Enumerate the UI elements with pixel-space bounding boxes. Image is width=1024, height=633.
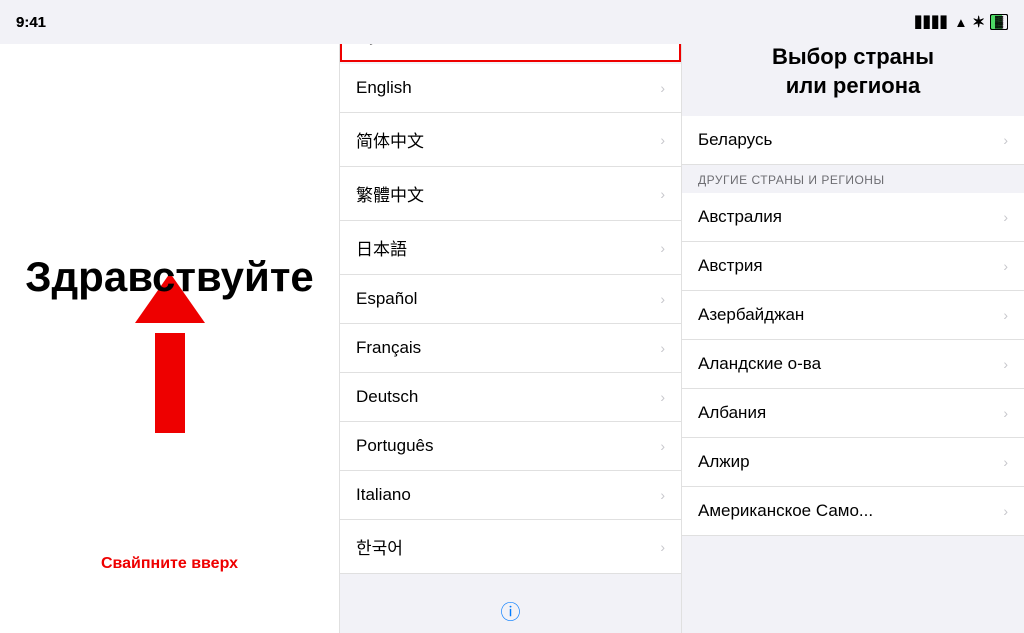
country-item-belarus[interactable]: Беларусь › (682, 116, 1024, 165)
country-item-albania[interactable]: Албания › (682, 389, 1024, 438)
language-item-english[interactable]: English › (340, 64, 681, 113)
country-item-american-samoa[interactable]: Американское Само... › (682, 487, 1024, 536)
chevron-icon: › (1003, 405, 1008, 421)
status-icons-3: ▋▋▋▋ ▲ ✶ ▓ (916, 13, 1008, 31)
info-button[interactable]: ⓘ (340, 588, 681, 633)
language-label: 한국어 (356, 534, 403, 559)
country-item-azerbaijan[interactable]: Азербайджан › (682, 291, 1024, 340)
country-item-aland[interactable]: Аландские о-ва › (682, 340, 1024, 389)
country-item-australia[interactable]: Австралия › (682, 193, 1024, 242)
chevron-icon: › (660, 240, 665, 256)
page-title: Выбор страныили региона (682, 35, 1024, 116)
swipe-hint-text: Свайпните вверх (101, 555, 238, 573)
country-label: Алжир (698, 452, 750, 472)
wifi-icon-3: ▲ (955, 15, 968, 30)
country-panel: 9:41 ▋▋▋▋ ▲ ✶ ▓ ‹ Назад Выбор страныили … (682, 0, 1024, 633)
chevron-icon: › (1003, 132, 1008, 148)
country-label: Австрия (698, 256, 763, 276)
chevron-icon: › (1003, 307, 1008, 323)
language-item-zh-s[interactable]: 简体中文 › (340, 113, 681, 167)
battery-icon-3: ▓ (990, 14, 1008, 30)
chevron-icon: › (660, 487, 665, 503)
country-item-algeria[interactable]: Алжир › (682, 438, 1024, 487)
language-label: Português (356, 436, 434, 456)
chevron-icon: › (1003, 454, 1008, 470)
country-label: Австралия (698, 207, 782, 227)
chevron-icon: › (660, 340, 665, 356)
language-label: Français (356, 338, 421, 358)
language-item-it[interactable]: Italiano › (340, 471, 681, 520)
greeting-text: Здравствуйте (25, 253, 314, 301)
country-label: Аландские о-ва (698, 354, 821, 374)
chevron-icon: › (660, 80, 665, 96)
chevron-icon: › (660, 438, 665, 454)
hello-section: Здравствуйте (25, 253, 314, 361)
language-label: Deutsch (356, 387, 418, 407)
language-item-es[interactable]: Español › (340, 275, 681, 324)
status-bar-3: 9:41 ▋▋▋▋ ▲ ✶ ▓ (0, 0, 1024, 44)
language-panel: 9:41 ▋▋▋▋ ▲ ✶ ▓ Русский › English › 简体中文… (340, 0, 682, 633)
signal-icon-3: ▋▋▋▋ (916, 16, 950, 29)
chevron-icon: › (1003, 503, 1008, 519)
other-countries-section: Австралия › Австрия › Азербайджан › Алан… (682, 193, 1024, 536)
hello-panel: 9:41 ▲ ✶ ▓ Здравствуйте Свайпните вверх (0, 0, 340, 633)
chevron-icon: › (660, 132, 665, 148)
language-item-pt[interactable]: Português › (340, 422, 681, 471)
featured-countries-section: Беларусь › (682, 116, 1024, 165)
chevron-icon: › (660, 291, 665, 307)
country-label: Беларусь (698, 130, 772, 150)
language-label: 简体中文 (356, 127, 424, 152)
country-label: Албания (698, 403, 766, 423)
language-item-zh-t[interactable]: 繁體中文 › (340, 167, 681, 221)
chevron-icon: › (1003, 258, 1008, 274)
chevron-icon: › (660, 186, 665, 202)
language-item-ja[interactable]: 日本語 › (340, 221, 681, 275)
country-label: Американское Само... (698, 501, 873, 521)
other-countries-header: ДРУГИЕ СТРАНЫ И РЕГИОНЫ (682, 165, 1024, 193)
language-label: 日本語 (356, 235, 407, 260)
chevron-icon: › (1003, 209, 1008, 225)
language-label: 繁體中文 (356, 181, 424, 206)
language-item-de[interactable]: Deutsch › (340, 373, 681, 422)
language-item-ko[interactable]: 한국어 › (340, 520, 681, 574)
language-label: Italiano (356, 485, 411, 505)
chevron-icon: › (660, 539, 665, 555)
chevron-icon: › (660, 389, 665, 405)
language-label: English (356, 78, 412, 98)
country-item-austria[interactable]: Австрия › (682, 242, 1024, 291)
language-item-fr[interactable]: Français › (340, 324, 681, 373)
chevron-icon: › (1003, 356, 1008, 372)
language-list: Русский › English › 简体中文 › 繁體中文 › 日本語 › … (340, 0, 681, 588)
country-label: Азербайджан (698, 305, 804, 325)
bluetooth-icon-3: ✶ (972, 13, 985, 31)
status-time-3: 9:41 (16, 14, 46, 31)
language-label: Español (356, 289, 417, 309)
